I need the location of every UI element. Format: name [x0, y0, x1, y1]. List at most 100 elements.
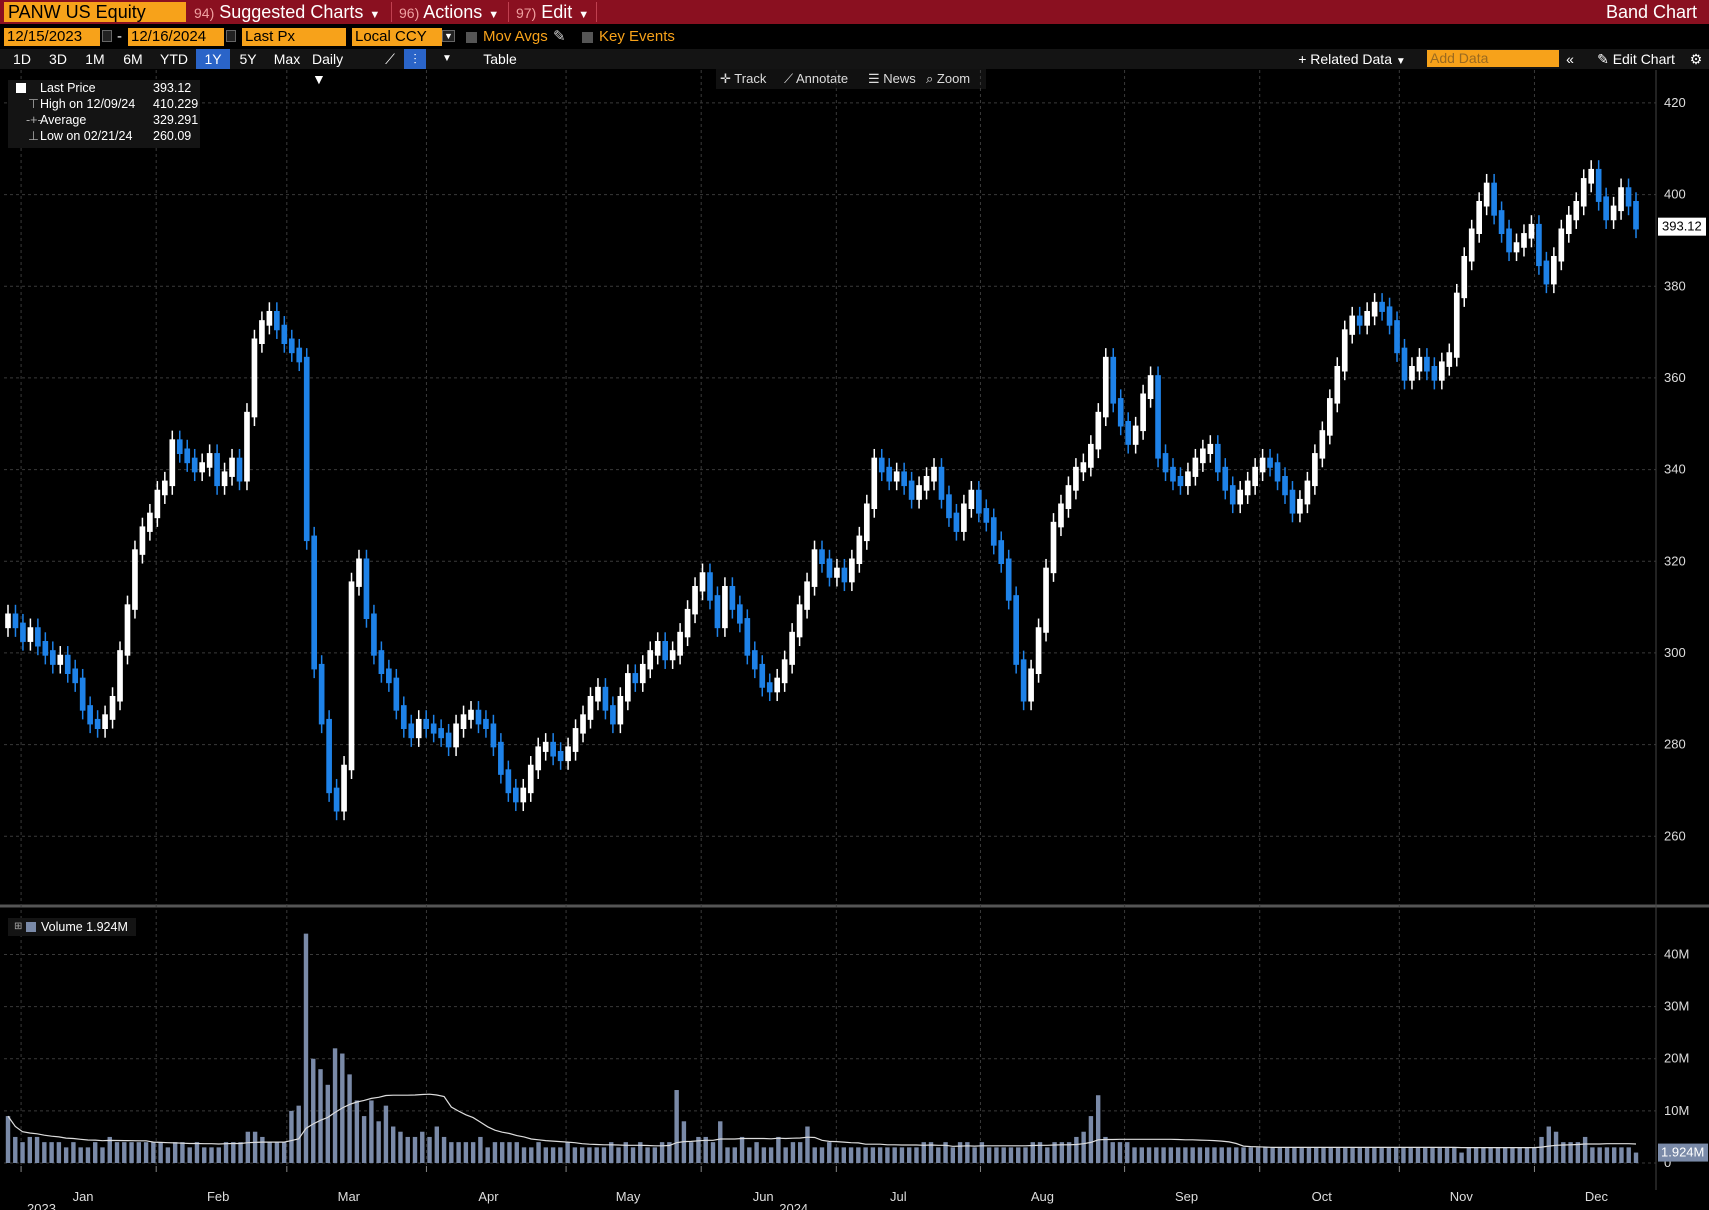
price-bar	[27, 627, 34, 642]
volume-bar	[1095, 1095, 1101, 1163]
price-tick-label: 340	[1664, 462, 1686, 477]
legend-swatch	[26, 922, 36, 932]
price-bar	[117, 650, 123, 702]
volume-bar	[136, 1142, 142, 1163]
volume-bar	[616, 1147, 621, 1163]
price-bar	[57, 654, 64, 665]
price-bar	[1431, 366, 1438, 381]
price-bar	[1267, 457, 1273, 468]
volume-bar	[550, 1147, 556, 1163]
price-bar	[1401, 347, 1408, 381]
price-bar	[535, 746, 542, 771]
price-bar	[139, 526, 146, 555]
price-bar	[699, 572, 706, 592]
price-bar	[1461, 256, 1468, 299]
price-bar	[1491, 182, 1497, 216]
volume-bar	[870, 1147, 876, 1163]
price-bar	[878, 457, 885, 473]
price-bar	[94, 718, 101, 729]
volume-bar	[1081, 1131, 1086, 1163]
price-bar	[1222, 466, 1229, 491]
price-bar	[1633, 201, 1639, 230]
volume-bar	[587, 1147, 592, 1163]
volume-bar	[1001, 1147, 1006, 1163]
volume-bar	[216, 1147, 221, 1163]
volume-bar	[332, 1048, 338, 1163]
price-bar	[1297, 498, 1303, 514]
price-bar	[1125, 421, 1132, 445]
volume-bar	[856, 1147, 861, 1163]
volume-bar	[485, 1147, 490, 1163]
volume-bar	[1510, 1147, 1515, 1163]
price-bar	[229, 457, 235, 477]
month-tick-label: Apr	[478, 1189, 499, 1204]
volume-bar	[1364, 1147, 1370, 1163]
volume-tick-label: 20M	[1664, 1051, 1689, 1066]
price-bar	[1207, 443, 1214, 454]
price-bar	[1386, 306, 1393, 326]
price-bar	[1244, 480, 1251, 496]
price-bar	[363, 558, 370, 619]
volume-bar	[1393, 1147, 1399, 1163]
price-bar	[1483, 182, 1490, 207]
price-bar	[1312, 453, 1318, 487]
volume-bar	[521, 1147, 527, 1163]
volume-bar	[289, 1110, 294, 1163]
expand-icon[interactable]: ⊞	[14, 918, 22, 936]
price-bar	[1073, 466, 1079, 491]
volume-bar	[1604, 1147, 1610, 1163]
price-bar	[1259, 457, 1266, 473]
legend-label: Low on 02/21/24	[40, 129, 133, 143]
year-tick-label: 2024	[779, 1201, 808, 1210]
price-bar	[602, 686, 609, 711]
price-bar	[1080, 462, 1087, 473]
price-bar	[1364, 311, 1370, 326]
volume-bar	[1372, 1147, 1377, 1163]
volume-bar	[296, 1105, 301, 1163]
volume-bar	[543, 1147, 549, 1163]
year-tick-label: 2023	[27, 1201, 56, 1210]
price-bar	[819, 549, 825, 564]
price-bar	[1147, 375, 1154, 399]
price-bar	[886, 466, 893, 482]
legend-last-price: Last Price 393.12	[8, 80, 200, 96]
volume-bar	[1226, 1147, 1232, 1163]
price-bar	[722, 586, 728, 629]
price-bar	[161, 480, 168, 496]
volume-bar	[957, 1142, 963, 1163]
month-tick-label: May	[616, 1189, 641, 1204]
price-bar	[1005, 558, 1012, 601]
volume-bar	[398, 1131, 403, 1163]
volume-bar	[1488, 1147, 1493, 1163]
volume-bar	[20, 1142, 25, 1163]
volume-bar	[238, 1142, 243, 1163]
price-bar	[132, 549, 138, 610]
volume-bar	[972, 1147, 977, 1163]
price-tick-label: 420	[1664, 95, 1686, 110]
price-bar	[356, 558, 362, 587]
price-bar	[677, 631, 683, 656]
price-bar	[184, 448, 191, 464]
price-bar	[1468, 228, 1475, 262]
price-bar	[214, 453, 220, 487]
price-bar	[774, 677, 781, 693]
price-bar	[1229, 485, 1236, 505]
price-volume-chart[interactable]: 260280300320340360380400420010M20M30M40M…	[0, 0, 1709, 1210]
volume-bar	[652, 1147, 658, 1163]
volume-bar	[369, 1100, 374, 1163]
price-bar	[542, 741, 549, 752]
volume-bar	[885, 1147, 890, 1163]
volume-bar	[1263, 1147, 1268, 1163]
price-bar	[1573, 201, 1580, 221]
month-tick-label: Sep	[1175, 1189, 1198, 1204]
price-tick-label: 280	[1664, 737, 1686, 752]
month-tick-label: Jul	[890, 1189, 907, 1204]
price-bar	[512, 787, 519, 803]
volume-bar	[848, 1147, 854, 1163]
volume-bar	[1125, 1142, 1130, 1163]
price-bar	[1625, 187, 1632, 207]
volume-bar	[1582, 1136, 1588, 1163]
volume-bar	[827, 1142, 832, 1163]
price-bar	[1117, 398, 1124, 427]
volume-bar	[1197, 1147, 1203, 1163]
